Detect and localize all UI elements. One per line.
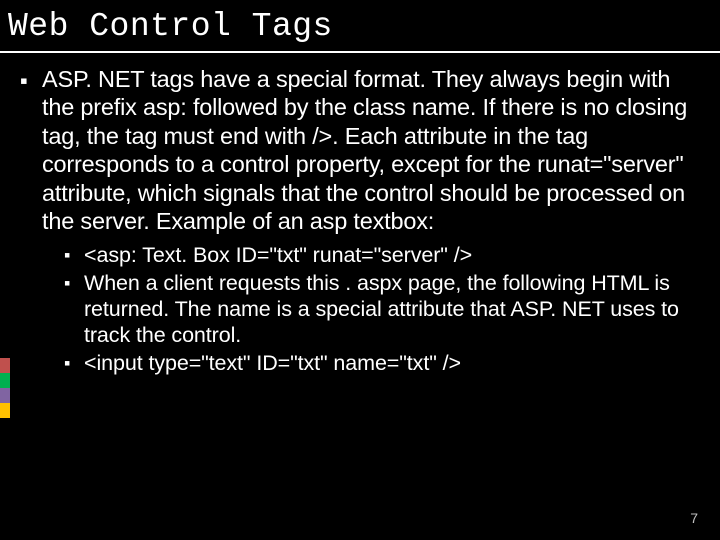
bullet-icon: ▪	[20, 65, 42, 95]
slide-content: ▪ ASP. NET tags have a special format. T…	[0, 65, 720, 377]
accent-color	[0, 388, 10, 403]
sub-bullet-text: <input type="text" ID="txt" name="txt" /…	[84, 350, 461, 376]
sub-bullet-item: ▪ When a client requests this . aspx pag…	[64, 270, 700, 349]
accent-strip	[0, 358, 10, 418]
bullet-icon: ▪	[64, 270, 84, 295]
accent-color	[0, 403, 10, 418]
sub-bullet-text: When a client requests this . aspx page,…	[84, 270, 700, 349]
sub-bullet-text: <asp: Text. Box ID="txt" runat="server" …	[84, 242, 472, 268]
slide-title: Web Control Tags	[0, 0, 720, 53]
main-bullet-text: ASP. NET tags have a special format. The…	[42, 65, 700, 236]
main-bullet: ▪ ASP. NET tags have a special format. T…	[20, 65, 700, 236]
page-number: 7	[690, 510, 698, 526]
sub-bullet-item: ▪ <input type="text" ID="txt" name="txt"…	[64, 350, 700, 376]
accent-color	[0, 358, 10, 373]
sub-bullet-item: ▪ <asp: Text. Box ID="txt" runat="server…	[64, 242, 700, 268]
bullet-icon: ▪	[64, 350, 84, 375]
bullet-icon: ▪	[64, 242, 84, 267]
slide-container: Web Control Tags ▪ ASP. NET tags have a …	[0, 0, 720, 540]
accent-color	[0, 373, 10, 388]
sub-bullet-list: ▪ <asp: Text. Box ID="txt" runat="server…	[20, 242, 700, 377]
